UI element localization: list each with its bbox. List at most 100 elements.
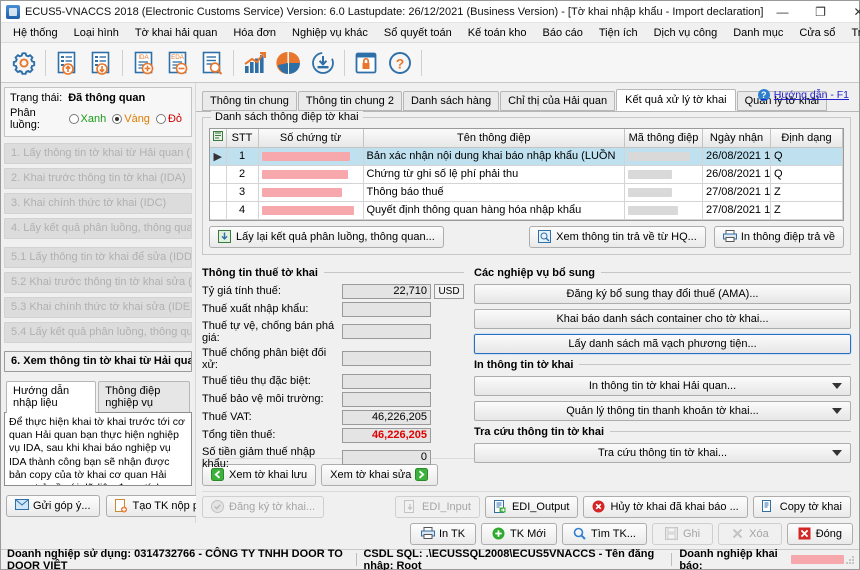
- document-download-icon[interactable]: [84, 46, 118, 80]
- toolbar-separator: [233, 49, 234, 76]
- field-value[interactable]: 46,226,205: [342, 409, 431, 425]
- menu-item-dich-vu-cong[interactable]: Dịch vụ công: [646, 25, 726, 41]
- tab-huong-dan-nhap-lieu[interactable]: Hướng dẫn nhập liệu: [6, 381, 97, 413]
- resize-grip-icon[interactable]: [844, 554, 856, 566]
- step-4-ket-qua[interactable]: 4. Lấy kết quả phân luồng, thông quan: [4, 218, 192, 239]
- ida-add-icon[interactable]: IDA: [127, 46, 161, 80]
- step-5-3-ide[interactable]: 5.3 Khai chính thức tờ khai sửa (IDE): [4, 297, 192, 318]
- declare-container-list-button[interactable]: Khai báo danh sách container cho tờ khai…: [474, 308, 851, 329]
- menu-item-ke-toan-kho[interactable]: Kế toán kho: [460, 25, 535, 41]
- tab-thong-diep-nghiep-vu[interactable]: Thông điệp nghiệp vụ: [98, 381, 190, 412]
- menu-item-tien-ich[interactable]: Tiện ích: [591, 25, 646, 41]
- flow-option-vang[interactable]: Vàng: [112, 113, 150, 125]
- tab-danh-sach-hang[interactable]: Danh sách hàng: [402, 91, 500, 111]
- menu-item-bao-cao[interactable]: Báo cáo: [534, 25, 590, 41]
- step-2-ida[interactable]: 2. Khai trước thông tin tờ khai (IDA): [4, 168, 192, 189]
- save-declaration-button[interactable]: Ghi: [652, 523, 714, 545]
- flow-option-do[interactable]: Đỏ: [155, 113, 182, 125]
- document-search-icon[interactable]: [195, 46, 229, 80]
- step-5-4-ket-qua-sua[interactable]: 5.4 Lấy kết quả phân luồng, thông quan s…: [4, 322, 192, 343]
- maximize-button[interactable]: ❐: [801, 1, 839, 23]
- radio-xanh-icon[interactable]: [68, 114, 79, 124]
- close-declaration-button[interactable]: Đóng: [786, 523, 853, 545]
- flow-option-xanh[interactable]: Xanh: [68, 113, 106, 125]
- tab-chi-thi-cua-hai-quan[interactable]: Chỉ thị của Hải quan: [500, 91, 616, 111]
- column-header-ten-thong-diep[interactable]: Tên thông điệp: [363, 129, 625, 148]
- chevron-down-icon[interactable]: [832, 382, 842, 389]
- lookup-declaration-button[interactable]: Tra cứu thông tin tờ khai...: [474, 442, 851, 463]
- tab-ket-qua-xu-ly-to-khai[interactable]: Kết quả xử lý tờ khai: [616, 89, 736, 111]
- menu-item-to-khai-hai-quan[interactable]: Tờ khai hải quan: [127, 25, 225, 41]
- field-value[interactable]: [342, 351, 431, 366]
- send-feedback-button[interactable]: Gửi góp ý...: [6, 495, 100, 517]
- register-tax-amendment-button[interactable]: Đăng ký bổ sung thay đổi thuế (AMA)...: [474, 283, 851, 304]
- settings-gear-icon[interactable]: [7, 46, 41, 80]
- radio-vang-icon[interactable]: [112, 114, 123, 124]
- column-header-ngay-nhan[interactable]: Ngày nhận: [702, 129, 771, 148]
- message-grid[interactable]: STT Số chứng từ Tên thông điệp Mã thông …: [209, 128, 844, 221]
- field-value[interactable]: 22,710: [342, 283, 431, 299]
- table-row[interactable]: 3 Thông báo thuế 27/08/2021 1 Z: [210, 183, 843, 202]
- print-declaration-button[interactable]: In thông tin tờ khai Hải quan...: [474, 375, 851, 396]
- document-upload-icon[interactable]: [50, 46, 84, 80]
- chevron-down-icon[interactable]: [832, 407, 842, 414]
- column-header-so-chung-tu[interactable]: Số chứng từ: [258, 129, 364, 148]
- help-link[interactable]: ? Hướng dẫn - F1: [757, 89, 849, 101]
- column-header-ma-thong-diep[interactable]: Mã thông điệp: [624, 129, 703, 148]
- register-declaration-button[interactable]: Đăng ký tờ khai...: [202, 496, 325, 518]
- menu-item-loai-hinh[interactable]: Loại hình: [66, 25, 127, 41]
- step-5-1-idd[interactable]: 5.1 Lấy thông tin tờ khai để sửa (IDD): [4, 247, 192, 268]
- search-declaration-button[interactable]: Tìm TK...: [561, 523, 647, 545]
- table-row[interactable]: 4 Quyết định thông quan hàng hóa nhập kh…: [210, 201, 843, 220]
- edi-input-button[interactable]: EDI_Input: [395, 496, 480, 518]
- column-header-stt[interactable]: STT: [226, 129, 259, 148]
- menu-item-he-thong[interactable]: Hệ thống: [5, 25, 66, 41]
- eda-remove-icon[interactable]: EDA: [161, 46, 195, 80]
- grid-select-all-icon[interactable]: [210, 129, 227, 148]
- plus-circle-icon: [492, 527, 506, 541]
- print-declaration-footer-button[interactable]: In TK: [409, 523, 477, 545]
- help-question-icon[interactable]: ?: [383, 46, 417, 80]
- menu-item-danh-muc[interactable]: Danh mục: [725, 25, 791, 41]
- edi-output-button[interactable]: EDI_Output: [484, 496, 579, 518]
- field-value[interactable]: [342, 324, 431, 339]
- manage-settlement-button[interactable]: Quản lý thông tin thanh khoản tờ khai...: [474, 400, 851, 421]
- step-3-idc[interactable]: 3. Khai chính thức tờ khai (IDC): [4, 193, 192, 214]
- menu-item-cua-so[interactable]: Cửa sổ: [791, 25, 843, 41]
- field-value[interactable]: [342, 301, 431, 317]
- chevron-down-icon[interactable]: [832, 449, 842, 456]
- column-header-dinh-dang[interactable]: Định dạng: [770, 129, 843, 148]
- field-value[interactable]: [342, 391, 431, 407]
- tab-thong-tin-chung-2[interactable]: Thông tin chung 2: [297, 91, 402, 111]
- field-value[interactable]: [342, 373, 431, 389]
- field-value[interactable]: 46,226,205: [342, 427, 431, 443]
- step-1-idb[interactable]: 1. Lấy thông tin tờ khai từ Hải quan (ID…: [4, 143, 192, 164]
- minimize-button[interactable]: —: [763, 1, 801, 23]
- pie-chart-icon[interactable]: [272, 46, 306, 80]
- lock-window-icon[interactable]: [349, 46, 383, 80]
- cell-ma-thong-diep: [624, 183, 703, 202]
- bar-chart-icon[interactable]: [238, 46, 272, 80]
- table-row[interactable]: 2 Chứng từ ghi số lệ phí phải thu 26/08/…: [210, 165, 843, 184]
- view-reply-button[interactable]: Xem thông tin trả về từ HQ...: [529, 225, 706, 248]
- print-reply-button[interactable]: In thông điệp trả về: [713, 225, 844, 248]
- step-5-2-ida01[interactable]: 5.2 Khai trước thông tin tờ khai sửa (ID…: [4, 272, 192, 293]
- tab-thong-tin-chung[interactable]: Thông tin chung: [202, 91, 297, 111]
- close-button[interactable]: ✕: [839, 1, 860, 23]
- menu-item-nghiep-vu-khac[interactable]: Nghiệp vụ khác: [284, 25, 376, 41]
- get-vehicle-barcode-button[interactable]: Lấy danh sách mã vạch phương tiện...: [473, 332, 852, 355]
- delete-declaration-button[interactable]: Xóa: [718, 523, 782, 545]
- radio-do-icon[interactable]: [155, 114, 166, 124]
- menu-item-tro-giup[interactable]: Trợ giúp: [843, 25, 860, 41]
- sync-download-icon[interactable]: [306, 46, 340, 80]
- step-6-iid[interactable]: 6. Xem thông tin tờ khai từ Hải quan (II…: [4, 351, 192, 372]
- copy-declaration-button[interactable]: Copy tờ khai: [752, 496, 851, 518]
- cancel-declared-button[interactable]: Hủy tờ khai đã khai báo ...: [583, 496, 748, 518]
- menu-item-hoa-don[interactable]: Hóa đơn: [225, 25, 284, 41]
- new-declaration-button[interactable]: TK Mới: [481, 523, 557, 545]
- edi-output-icon: [493, 500, 508, 514]
- menu-item-so-quyet-toan[interactable]: Sổ quyết toán: [376, 25, 460, 41]
- table-row[interactable]: ▶ 1 Bản xác nhận nội dung khai báo nhập …: [210, 147, 843, 166]
- refetch-result-button[interactable]: Lấy lại kết quả phân luồng, thông quan..…: [209, 225, 444, 248]
- field-value[interactable]: 0: [342, 450, 431, 465]
